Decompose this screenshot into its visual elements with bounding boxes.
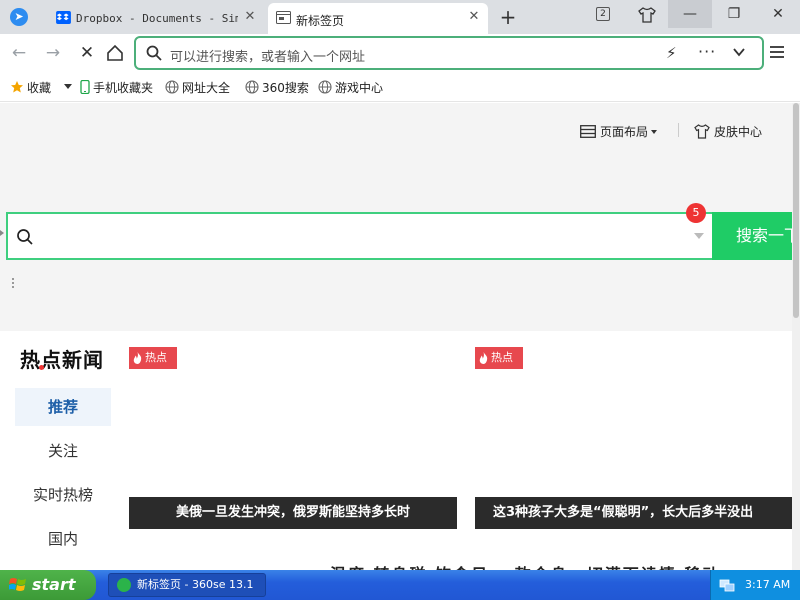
scrollbar-thumb[interactable] (793, 103, 799, 318)
hot-tag: 热点 (129, 347, 177, 369)
news-card-caption[interactable]: 美俄一旦发生冲突，俄罗斯能坚持多长时 (129, 497, 457, 529)
search-icon (17, 229, 33, 245)
tab-title: 新标签页 (296, 14, 345, 28)
globe-icon (165, 80, 179, 94)
clock: 3:17 AM (745, 578, 791, 591)
stop-icon[interactable]: ✕ (76, 42, 98, 64)
close-tab-icon[interactable]: ✕ (466, 9, 482, 25)
close-tab-icon[interactable]: ✕ (242, 9, 258, 25)
search-input[interactable] (42, 222, 642, 250)
bookmark-url-directory[interactable]: 网址大全 (165, 79, 230, 96)
news-card-caption[interactable]: 这3种孩子大多是“假聪明”，长大后多半没出 (475, 497, 792, 529)
news-section-title: 热点新闻 (20, 348, 104, 372)
bookmark-mobile[interactable]: 手机收藏夹 (80, 79, 153, 96)
home-icon[interactable] (106, 44, 124, 62)
bookmarks-bar: 收藏 手机收藏夹 网址大全 360搜索 游戏中心 (0, 72, 800, 102)
network-icon[interactable] (719, 577, 735, 593)
start-button[interactable]: start (0, 570, 96, 600)
bookmark-game-center[interactable]: 游戏中心 (318, 79, 383, 96)
page-scrollbar[interactable] (792, 103, 800, 570)
new-tab-page: 页面布局 皮肤中心 5 搜索一下 热点新闻 推荐 关注 实时热榜 国内 热点 热… (0, 103, 792, 570)
chevron-down-icon (651, 130, 658, 134)
forward-arrow-icon[interactable]: → (42, 42, 64, 64)
notification-badge: 5 (686, 203, 706, 223)
menu-icon[interactable] (768, 43, 786, 61)
tab-new-tab-page[interactable]: 新标签页 ✕ (268, 3, 488, 34)
phone-icon (80, 80, 90, 94)
globe-icon (318, 80, 332, 94)
more-vertical-icon[interactable] (12, 278, 16, 290)
browser-logo-icon[interactable]: ➤ (10, 8, 28, 26)
news-headline[interactable]: 温度 转身碰 饮食日一 款会身一切满面读情 移动 (330, 561, 720, 570)
chevron-down-icon[interactable] (732, 45, 746, 59)
navigation-bar: ← → ✕ 可以进行搜索，或者输入一个网址 ⚡ ··· (0, 34, 800, 72)
windows-taskbar: start 新标签页 - 360se 13.1 3:17 AM (0, 570, 800, 600)
windows-logo-icon (9, 578, 26, 591)
more-icon[interactable]: ··· (698, 42, 716, 61)
tab-dropbox[interactable]: Dropbox - Documents - Simpl ✕ (48, 3, 264, 34)
bookmark-360-search[interactable]: 360搜索 (245, 79, 309, 96)
minimize-button[interactable]: — (668, 0, 712, 28)
news-tab-following[interactable]: 关注 (15, 432, 111, 470)
address-bar[interactable]: 可以进行搜索，或者输入一个网址 ⚡ ··· (134, 36, 764, 70)
layout-icon (580, 125, 596, 138)
tab-title: Dropbox - Documents - Simpl (76, 12, 238, 25)
page-layout-button[interactable]: 页面布局 (580, 123, 658, 140)
search-engine-dropdown-icon[interactable] (694, 233, 704, 239)
news-tab-trending[interactable]: 实时热榜 (15, 476, 111, 514)
address-placeholder: 可以进行搜索，或者输入一个网址 (170, 50, 366, 65)
shirt-icon (694, 124, 710, 139)
title-dot (39, 365, 44, 370)
collapse-handle-icon[interactable] (0, 230, 4, 236)
back-arrow-icon[interactable]: ← (8, 42, 30, 64)
news-tab-recommended[interactable]: 推荐 (15, 388, 111, 426)
dropbox-icon (56, 11, 71, 24)
search-box[interactable] (6, 212, 792, 260)
tab-count-badge[interactable]: 2 (596, 7, 610, 21)
search-icon (146, 45, 162, 61)
search-button[interactable]: 搜索一下 (712, 212, 792, 260)
favorites-dropdown-icon[interactable] (64, 84, 72, 89)
hot-tag: 热点 (475, 347, 523, 369)
lightning-icon[interactable]: ⚡ (666, 44, 677, 62)
globe-icon (245, 80, 259, 94)
skin-shirt-icon[interactable] (638, 6, 656, 24)
skin-center-button[interactable]: 皮肤中心 (694, 123, 762, 140)
news-tab-domestic[interactable]: 国内 (15, 520, 111, 558)
star-icon (11, 81, 23, 93)
close-window-button[interactable]: ✕ (756, 0, 800, 28)
page-icon (276, 11, 291, 24)
browser-app-icon (117, 578, 131, 592)
bookmark-favorites[interactable]: 收藏 (10, 79, 51, 96)
system-tray: 3:17 AM (710, 570, 800, 600)
divider (678, 123, 679, 137)
taskbar-item-browser[interactable]: 新标签页 - 360se 13.1 (108, 573, 266, 597)
new-tab-button[interactable]: + (496, 5, 520, 29)
restore-button[interactable]: ❐ (712, 0, 756, 28)
flame-icon (133, 352, 142, 364)
tab-strip: ➤ Dropbox - Documents - Simpl ✕ 新标签页 ✕ +… (0, 0, 800, 34)
flame-icon (479, 352, 488, 364)
